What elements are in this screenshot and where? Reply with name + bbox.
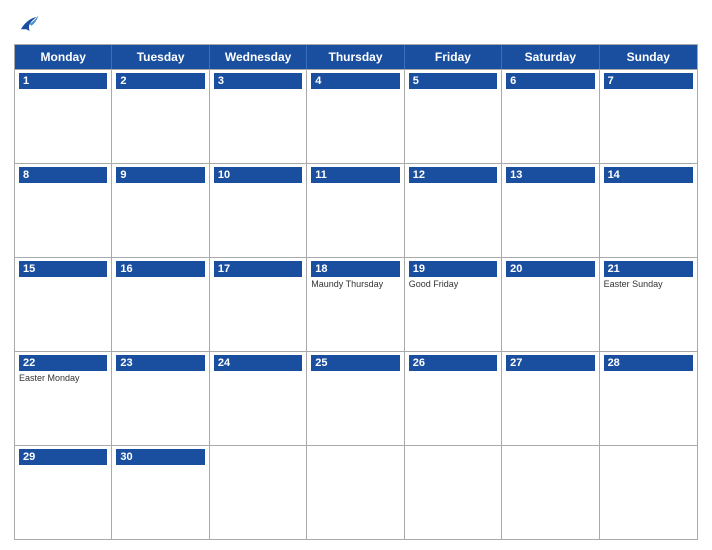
calendar-cell: 22 Easter Monday [15,352,112,445]
calendar-day-header: Friday [405,45,502,69]
calendar-cell [307,446,404,539]
cell-date-number: 3 [214,73,302,89]
calendar-cell: 29 [15,446,112,539]
calendar-cell: 14 [600,164,697,257]
cell-date-number: 19 [409,261,497,277]
cell-date-number: 17 [214,261,302,277]
calendar-cell: 30 [112,446,209,539]
cell-date-number: 29 [19,449,107,465]
calendar-cell: 26 [405,352,502,445]
calendar-cell: 16 [112,258,209,351]
cell-date-number: 13 [506,167,594,183]
calendar-cell: 9 [112,164,209,257]
cell-date-number: 12 [409,167,497,183]
cell-date-number: 2 [116,73,204,89]
calendar-cell: 15 [15,258,112,351]
calendar-cell: 12 [405,164,502,257]
calendar-week-5: 29 30 [15,445,697,539]
calendar-cell: 8 [15,164,112,257]
calendar-day-header: Sunday [600,45,697,69]
calendar-cell [210,446,307,539]
cell-date-number: 7 [604,73,693,89]
calendar-cell: 3 [210,70,307,163]
cell-date-number: 24 [214,355,302,371]
cell-date-number: 30 [116,449,204,465]
cell-date-number: 8 [19,167,107,183]
cell-date-number: 16 [116,261,204,277]
cell-holiday-label: Good Friday [409,279,497,290]
cell-date-number: 22 [19,355,107,371]
calendar-cell: 13 [502,164,599,257]
calendar-day-header: Tuesday [112,45,209,69]
cell-date-number: 11 [311,167,399,183]
cell-date-number: 27 [506,355,594,371]
calendar-cell: 20 [502,258,599,351]
calendar-cell: 18 Maundy Thursday [307,258,404,351]
calendar: MondayTuesdayWednesdayThursdayFridaySatu… [14,44,698,540]
calendar-day-header: Thursday [307,45,404,69]
calendar-cell: 6 [502,70,599,163]
cell-date-number: 25 [311,355,399,371]
page-header [14,10,698,38]
calendar-cell: 5 [405,70,502,163]
cell-holiday-label: Maundy Thursday [311,279,399,290]
cell-holiday-label: Easter Sunday [604,279,693,290]
calendar-cell: 7 [600,70,697,163]
calendar-page: MondayTuesdayWednesdayThursdayFridaySatu… [0,0,712,550]
cell-date-number: 4 [311,73,399,89]
calendar-cell: 19 Good Friday [405,258,502,351]
calendar-day-header: Saturday [502,45,599,69]
calendar-cell: 10 [210,164,307,257]
calendar-cell: 27 [502,352,599,445]
calendar-cell: 25 [307,352,404,445]
calendar-cell: 24 [210,352,307,445]
calendar-week-3: 15 16 17 18 Maundy Thursday 19 Good Friday 20 21… [15,257,697,351]
calendar-week-4: 22 Easter Monday 23 24 25 26 27 28 [15,351,697,445]
cell-date-number: 21 [604,261,693,277]
calendar-cell [405,446,502,539]
cell-date-number: 5 [409,73,497,89]
cell-date-number: 9 [116,167,204,183]
calendar-cell: 11 [307,164,404,257]
calendar-body: 123456789101112131415161718Maundy Thursd… [15,69,697,539]
cell-date-number: 28 [604,355,693,371]
cell-date-number: 15 [19,261,107,277]
calendar-day-header: Monday [15,45,112,69]
calendar-cell: 21 Easter Sunday [600,258,697,351]
calendar-cell: 2 [112,70,209,163]
calendar-week-2: 89 10 11 12 13 14 [15,163,697,257]
calendar-cell: 28 [600,352,697,445]
calendar-cell: 23 [112,352,209,445]
calendar-header: MondayTuesdayWednesdayThursdayFridaySatu… [15,45,697,69]
cell-date-number: 6 [506,73,594,89]
calendar-cell: 4 [307,70,404,163]
cell-date-number: 14 [604,167,693,183]
cell-date-number: 26 [409,355,497,371]
logo-icon [14,10,42,38]
calendar-cell: 17 [210,258,307,351]
cell-holiday-label: Easter Monday [19,373,107,384]
calendar-week-1: 1234567 [15,69,697,163]
cell-date-number: 1 [19,73,107,89]
logo [14,10,46,38]
cell-date-number: 10 [214,167,302,183]
calendar-day-header: Wednesday [210,45,307,69]
cell-date-number: 20 [506,261,594,277]
calendar-cell [600,446,697,539]
calendar-cell [502,446,599,539]
cell-date-number: 18 [311,261,399,277]
calendar-cell: 1 [15,70,112,163]
cell-date-number: 23 [116,355,204,371]
